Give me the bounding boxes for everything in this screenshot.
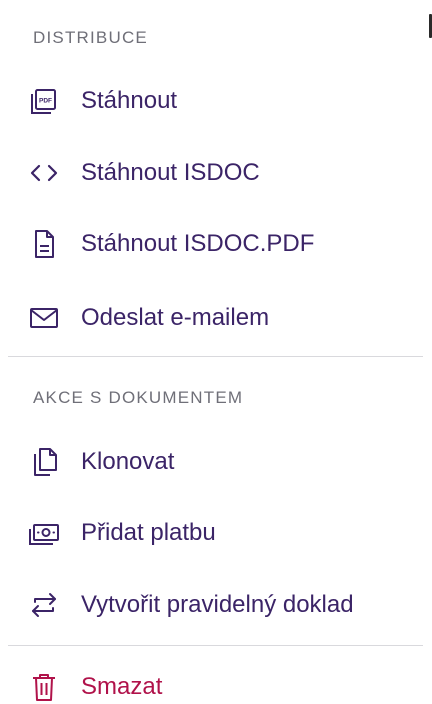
- menu-item-clone[interactable]: Klonovat: [0, 432, 432, 492]
- mail-icon: [28, 302, 60, 334]
- menu-item-download[interactable]: PDF Stáhnout: [0, 71, 432, 131]
- divider: [8, 645, 423, 646]
- menu-item-send-email[interactable]: Odeslat e-mailem: [0, 288, 432, 348]
- trash-icon: [28, 671, 60, 703]
- document-icon: [28, 228, 60, 260]
- context-menu: DISTRIBUCE PDF Stáhnout Stáhnout ISDOC S…: [0, 0, 432, 704]
- menu-item-delete[interactable]: Smazat: [0, 657, 432, 704]
- menu-item-label: Stáhnout: [81, 87, 178, 114]
- menu-item-label: Smazat: [81, 673, 163, 700]
- menu-item-label: Odeslat e-mailem: [81, 304, 270, 331]
- svg-text:PDF: PDF: [39, 98, 52, 105]
- menu-item-label: Stáhnout ISDOC.PDF: [81, 230, 315, 257]
- repeat-icon: [28, 589, 60, 621]
- payment-icon: [28, 517, 60, 549]
- menu-item-add-payment[interactable]: Přidat platbu: [0, 503, 432, 563]
- pdf-icon: PDF: [28, 85, 60, 117]
- menu-item-label: Vytvořit pravidelný doklad: [81, 591, 354, 618]
- section-header-akce: AKCE S DOKUMENTEM: [33, 388, 244, 407]
- menu-item-label: Přidat platbu: [81, 519, 216, 546]
- code-icon: [28, 157, 60, 189]
- divider: [8, 356, 423, 357]
- copy-icon: [28, 446, 60, 478]
- menu-item-label: Klonovat: [81, 448, 175, 475]
- section-header-distribuce: DISTRIBUCE: [33, 28, 148, 47]
- menu-item-download-isdoc[interactable]: Stáhnout ISDOC: [0, 143, 432, 203]
- menu-item-create-recurring[interactable]: Vytvořit pravidelný doklad: [0, 575, 432, 635]
- menu-item-download-isdoc-pdf[interactable]: Stáhnout ISDOC.PDF: [0, 214, 432, 274]
- menu-item-label: Stáhnout ISDOC: [81, 159, 260, 186]
